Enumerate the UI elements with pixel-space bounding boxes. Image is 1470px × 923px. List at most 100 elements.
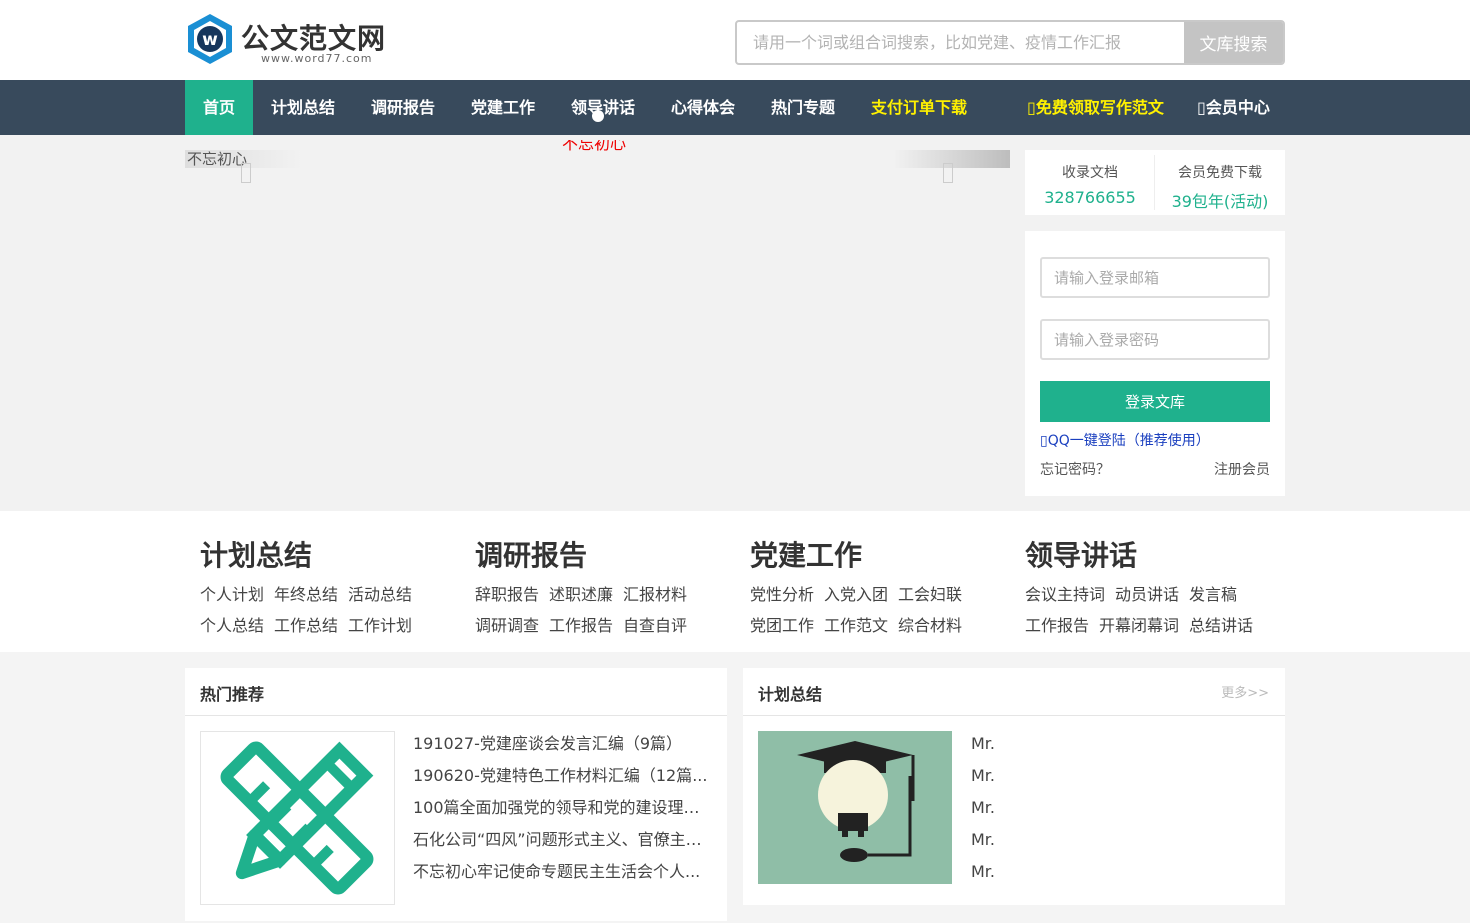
nav-item-free-samples[interactable]: ▯免费领取写作范文 <box>1027 80 1164 135</box>
search-button[interactable]: 文库搜索 <box>1184 22 1283 63</box>
category-link[interactable]: 辞职报告 <box>475 585 539 604</box>
nav-item-order-download[interactable]: 支付订单下载 <box>871 80 967 135</box>
panel-title: 计划总结 <box>758 685 823 704</box>
more-link[interactable]: 更多>> <box>1221 682 1269 701</box>
category-title[interactable]: 计划总结 <box>200 534 312 574</box>
slider-next-icon[interactable] <box>943 163 953 183</box>
svg-text:w: w <box>202 30 218 50</box>
category-link[interactable]: 入党入团 <box>824 585 888 604</box>
category-links: 工作报告 开幕闭幕词 总结讲话 <box>1025 612 1263 636</box>
list-item[interactable]: Mr. <box>971 728 1271 760</box>
stat-member-label: 会员免费下载 <box>1178 165 1262 181</box>
main-nav: 首页 计划总结 调研报告 党建工作 领导讲话 心得体会 热门专题 支付订单下载 … <box>0 80 1470 135</box>
panel-header: 计划总结 更多>> <box>743 668 1285 716</box>
stats-box: 收录文档 328766655 会员免费下载 39包年(活动) <box>1025 150 1285 215</box>
stat-docs-value: 328766655 <box>1044 188 1136 207</box>
email-field[interactable] <box>1040 257 1270 298</box>
category-title[interactable]: 党建工作 <box>750 534 862 574</box>
plan-list: Mr. Mr. Mr. Mr. Mr. <box>971 728 1271 888</box>
password-field[interactable] <box>1040 319 1270 360</box>
panel-title: 热门推荐 <box>200 685 265 704</box>
category-link[interactable]: 工会妇联 <box>898 585 962 604</box>
list-item[interactable]: Mr. <box>971 792 1271 824</box>
category-link[interactable]: 党性分析 <box>750 585 814 604</box>
nav-item-member-center[interactable]: ▯会员中心 <box>1197 80 1270 135</box>
category-link[interactable]: 党团工作 <box>750 616 814 635</box>
list-item[interactable]: 190620-党建特色工作材料汇编（12篇... <box>413 760 713 792</box>
qq-icon: ▯ <box>1040 433 1048 449</box>
category-link[interactable]: 活动总结 <box>348 585 412 604</box>
category-link[interactable]: 会议主持词 <box>1025 585 1105 604</box>
list-item[interactable]: Mr. <box>971 856 1271 888</box>
category-link[interactable]: 开幕闭幕词 <box>1099 616 1179 635</box>
panel-header: 热门推荐 <box>185 668 727 716</box>
nav-item-member-center-label: 会员中心 <box>1205 98 1270 117</box>
list-item[interactable]: Mr. <box>971 824 1271 856</box>
category-link[interactable]: 个人计划 <box>200 585 264 604</box>
category-link[interactable]: 工作计划 <box>348 616 412 635</box>
category-link[interactable]: 工作报告 <box>1025 616 1089 635</box>
list-item[interactable]: 191027-党建座谈会发言汇编（9篇） <box>413 728 713 760</box>
logo-subtitle: www.word77.com <box>261 52 373 65</box>
nav-item-free-samples-label: 免费领取写作范文 <box>1035 98 1164 117</box>
category-link[interactable]: 述职述廉 <box>549 585 613 604</box>
category-links: 会议主持词 动员讲话 发言稿 <box>1025 581 1247 605</box>
graduation-lightbulb-icon <box>797 741 915 862</box>
category-link[interactable]: 汇报材料 <box>623 585 687 604</box>
hot-list: 191027-党建座谈会发言汇编（9篇） 190620-党建特色工作材料汇编（1… <box>413 728 713 888</box>
category-link[interactable]: 自查自评 <box>623 616 687 635</box>
category-link[interactable]: 发言稿 <box>1189 585 1237 604</box>
category-title[interactable]: 领导讲话 <box>1025 534 1137 574</box>
stat-member[interactable]: 会员免费下载 39包年(活动) <box>1155 150 1285 215</box>
pencil-ruler-icon <box>220 741 374 895</box>
plan-thumbnail[interactable] <box>758 731 952 884</box>
qq-login-label: QQ一键登陆（推荐使用） <box>1047 433 1210 449</box>
category-link[interactable]: 工作总结 <box>274 616 338 635</box>
nav-item-plan-summary[interactable]: 计划总结 <box>271 80 335 135</box>
nav-item-leader-speech[interactable]: 领导讲话 <box>571 80 635 135</box>
hot-thumbnail[interactable] <box>200 731 395 905</box>
category-link[interactable]: 综合材料 <box>898 616 962 635</box>
nav-item-research-report[interactable]: 调研报告 <box>371 80 435 135</box>
category-title[interactable]: 调研报告 <box>475 534 587 574</box>
nav-item-home[interactable]: 首页 <box>185 80 254 135</box>
category-strip: 计划总结 个人计划 年终总结 活动总结 个人总结 工作总结 工作计划 调研报告 辞职报告… <box>0 511 1470 652</box>
category-links: 辞职报告 述职述廉 汇报材料 <box>475 581 697 605</box>
site-logo[interactable]: w 公文范文网 www.word77.com <box>186 13 386 69</box>
plan-panel: 计划总结 更多>> Mr. Mr. Mr. Mr. Mr. <box>743 668 1285 905</box>
stat-docs-label: 收录文档 <box>1062 165 1118 181</box>
category-link[interactable]: 总结讲话 <box>1189 616 1253 635</box>
nav-item-party-work[interactable]: 党建工作 <box>471 80 535 135</box>
gift-icon: ▯ <box>1027 98 1036 117</box>
stat-docs: 收录文档 328766655 <box>1025 150 1155 215</box>
search-box: 文库搜索 <box>735 20 1285 65</box>
category-link[interactable]: 调研调查 <box>475 616 539 635</box>
list-item[interactable]: 石化公司“四风”问题形式主义、官僚主义... <box>413 824 713 856</box>
qq-login-link[interactable]: ▯QQ一键登陆（推荐使用） <box>1040 430 1210 450</box>
nav-item-hot-topics[interactable]: 热门专题 <box>771 80 835 135</box>
cursor-dot <box>592 110 604 122</box>
category-link[interactable]: 个人总结 <box>200 616 264 635</box>
category-links: 党团工作 工作范文 综合材料 <box>750 612 972 636</box>
category-link[interactable]: 动员讲话 <box>1115 585 1179 604</box>
list-item[interactable]: 100篇全面加强党的领导和党的建设理论... <box>413 792 713 824</box>
logo-title: 公文范文网 <box>241 22 387 55</box>
slider-prev-icon[interactable] <box>241 163 251 183</box>
list-item[interactable]: Mr. <box>971 760 1271 792</box>
category-links: 个人总结 工作总结 工作计划 <box>200 612 422 636</box>
list-item[interactable]: 不忘初心牢记使命专题民主生活会个人... <box>413 856 713 888</box>
category-links: 调研调查 工作报告 自查自评 <box>475 612 697 636</box>
logo-hexagon-icon: w <box>188 14 232 64</box>
nav-item-experience[interactable]: 心得体会 <box>671 80 735 135</box>
search-input[interactable] <box>737 22 1187 63</box>
register-link[interactable]: 注册会员 <box>1214 459 1270 479</box>
category-links: 个人计划 年终总结 活动总结 <box>200 581 422 605</box>
category-link[interactable]: 年终总结 <box>274 585 338 604</box>
login-box: 登录文库 ▯QQ一键登陆（推荐使用） 忘记密码？ 注册会员 <box>1025 231 1285 496</box>
category-link[interactable]: 工作报告 <box>549 616 613 635</box>
category-links: 党性分析 入党入团 工会妇联 <box>750 581 972 605</box>
stat-member-value: 39包年(活动) <box>1171 192 1269 211</box>
forgot-password-link[interactable]: 忘记密码？ <box>1040 459 1110 479</box>
category-link[interactable]: 工作范文 <box>824 616 888 635</box>
login-button[interactable]: 登录文库 <box>1040 381 1270 422</box>
